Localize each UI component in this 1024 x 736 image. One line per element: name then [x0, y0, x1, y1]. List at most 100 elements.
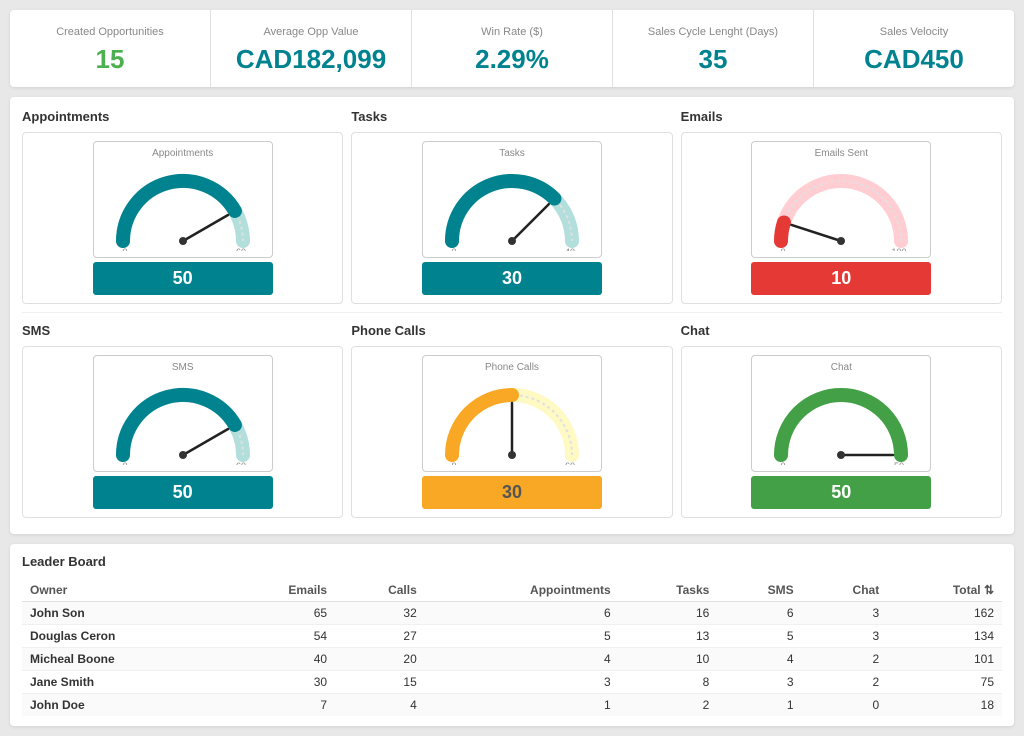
kpi-card-avg-opp-value: Average Opp Value CAD182,099 [211, 10, 412, 87]
lb-col-emails: Emails [225, 579, 335, 602]
phonecalls-section-title: Phone Calls [351, 323, 672, 346]
gauge-svg-appointments-gauge: 0 60 [103, 161, 263, 251]
lb-cell-0: Douglas Ceron [22, 625, 225, 648]
gauge-inner-label-chat-gauge: Chat [760, 362, 922, 373]
lb-cell-5: 4 [717, 648, 801, 671]
kpi-card-created-opp: Created Opportunities 15 [10, 10, 211, 87]
lb-cell-0: Micheal Boone [22, 648, 225, 671]
svg-text:50: 50 [894, 461, 904, 465]
lb-cell-2: 32 [335, 602, 425, 625]
table-row: Jane Smith3015383275 [22, 671, 1002, 694]
gauge-wrapper-phonecalls-gauge: Phone Calls 0 60 30 [360, 355, 663, 509]
gauge-svg-sms-gauge: 0 60 [103, 375, 263, 465]
sms-section-title: SMS [22, 323, 343, 346]
svg-text:0: 0 [451, 461, 456, 465]
gauge-wrapper-sms-gauge: SMS 0 60 50 [31, 355, 334, 509]
svg-text:0: 0 [122, 247, 127, 251]
sort-icon[interactable]: ⇅ [984, 583, 994, 597]
tasks-section-title: Tasks [351, 109, 672, 132]
gauge-svg-phonecalls-gauge: 0 60 [432, 375, 592, 465]
leaderboard-section: Leader Board OwnerEmailsCallsAppointment… [10, 544, 1014, 726]
lb-cell-5: 6 [717, 602, 801, 625]
appointments-section-title: Appointments [22, 109, 343, 132]
gauge-row-2-titles: SMS Phone Calls Chat [22, 323, 1002, 346]
kpi-card-sales-velocity: Sales Velocity CAD450 [814, 10, 1014, 87]
table-row: Micheal Boone402041042101 [22, 648, 1002, 671]
lb-col-owner: Owner [22, 579, 225, 602]
gauge-panel-sms-gauge: SMS 0 60 50 [22, 346, 343, 518]
svg-text:0: 0 [451, 247, 456, 251]
lb-cell-6: 3 [802, 602, 888, 625]
svg-text:100: 100 [892, 247, 907, 251]
gauge-wrapper-tasks-gauge: Tasks 0 40 30 [360, 141, 663, 295]
kpi-value-win-rate: 2.29% [422, 44, 602, 75]
gauge-svg-tasks-gauge: 0 40 [432, 161, 592, 251]
lb-cell-1: 7 [225, 694, 335, 717]
kpi-label-sales-velocity: Sales Velocity [824, 26, 1004, 38]
lb-cell-2: 20 [335, 648, 425, 671]
lb-col-tasks: Tasks [619, 579, 718, 602]
svg-text:60: 60 [565, 461, 575, 465]
gauge-panel-tasks-gauge: Tasks 0 40 30 [351, 132, 672, 304]
lb-col-chat: Chat [802, 579, 888, 602]
lb-cell-0: Jane Smith [22, 671, 225, 694]
svg-text:60: 60 [236, 247, 246, 251]
leaderboard-table: OwnerEmailsCallsAppointmentsTasksSMSChat… [22, 579, 1002, 716]
gauge-inner-label-tasks-gauge: Tasks [431, 148, 593, 159]
lb-cell-3: 4 [425, 648, 619, 671]
gauge-panel-appointments-gauge: Appointments 0 60 50 [22, 132, 343, 304]
kpi-card-sales-cycle: Sales Cycle Lenght (Days) 35 [613, 10, 814, 87]
lb-cell-1: 54 [225, 625, 335, 648]
gauge-value-phonecalls-gauge: 30 [422, 476, 602, 509]
lb-cell-4: 8 [619, 671, 718, 694]
gauge-svg-emails-gauge: 0 100 [761, 161, 921, 251]
lb-cell-4: 13 [619, 625, 718, 648]
gauge-row-1: Appointments 0 60 50 Tasks [22, 132, 1002, 304]
svg-text:40: 40 [565, 247, 575, 251]
lb-cell-5: 5 [717, 625, 801, 648]
lb-cell-6: 3 [802, 625, 888, 648]
kpi-value-sales-velocity: CAD450 [824, 44, 1004, 75]
lb-cell-6: 2 [802, 648, 888, 671]
lb-col-total[interactable]: Total ⇅ [887, 579, 1002, 602]
gauge-wrapper-emails-gauge: Emails Sent 0 100 10 [690, 141, 993, 295]
leaderboard-title: Leader Board [22, 554, 1002, 569]
lb-cell-1: 30 [225, 671, 335, 694]
gauge-wrapper-appointments-gauge: Appointments 0 60 50 [31, 141, 334, 295]
lb-cell-5: 3 [717, 671, 801, 694]
kpi-value-sales-cycle: 35 [623, 44, 803, 75]
kpi-label-avg-opp-value: Average Opp Value [221, 26, 401, 38]
lb-cell-1: 40 [225, 648, 335, 671]
gauge-svg-chat-gauge: 0 50 [761, 375, 921, 465]
gauge-inner-label-emails-gauge: Emails Sent [760, 148, 922, 159]
emails-section-title: Emails [681, 109, 1002, 132]
lb-col-calls: Calls [335, 579, 425, 602]
lb-cell-1: 65 [225, 602, 335, 625]
kpi-label-created-opp: Created Opportunities [20, 26, 200, 38]
lb-cell-7: 18 [887, 694, 1002, 717]
kpi-label-sales-cycle: Sales Cycle Lenght (Days) [623, 26, 803, 38]
table-row: Douglas Ceron542751353134 [22, 625, 1002, 648]
lb-cell-3: 6 [425, 602, 619, 625]
lb-cell-4: 10 [619, 648, 718, 671]
kpi-card-win-rate: Win Rate ($) 2.29% [412, 10, 613, 87]
lb-cell-4: 16 [619, 602, 718, 625]
gauge-value-chat-gauge: 50 [751, 476, 931, 509]
gauge-row-1-titles: Appointments Tasks Emails [22, 109, 1002, 132]
kpi-label-win-rate: Win Rate ($) [422, 26, 602, 38]
table-row: John Son653261663162 [22, 602, 1002, 625]
gauge-wrapper-chat-gauge: Chat 0 50 50 [690, 355, 993, 509]
gauge-value-tasks-gauge: 30 [422, 262, 602, 295]
svg-text:60: 60 [236, 461, 246, 465]
lb-cell-2: 4 [335, 694, 425, 717]
lb-col-sms: SMS [717, 579, 801, 602]
gauge-inner-label-appointments-gauge: Appointments [102, 148, 264, 159]
gauge-sections-wrapper: Appointments Tasks Emails Appointments [10, 97, 1014, 534]
lb-cell-6: 2 [802, 671, 888, 694]
kpi-value-created-opp: 15 [20, 44, 200, 75]
gauge-inner-label-sms-gauge: SMS [102, 362, 264, 373]
lb-cell-5: 1 [717, 694, 801, 717]
svg-text:0: 0 [781, 461, 786, 465]
table-row: John Doe74121018 [22, 694, 1002, 717]
lb-cell-3: 5 [425, 625, 619, 648]
